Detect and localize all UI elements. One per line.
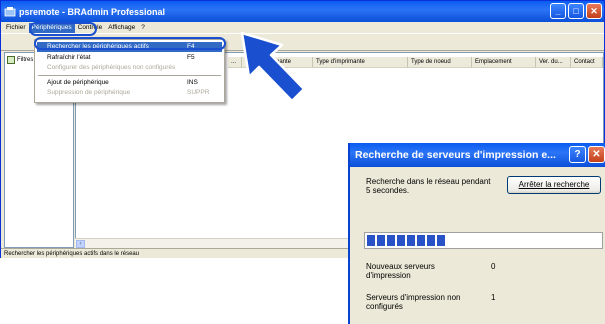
stat-value: 1 xyxy=(491,293,496,302)
stop-search-button[interactable]: Arrêter la recherche xyxy=(507,176,601,194)
callout-highlight xyxy=(34,37,226,50)
stat-value: 0 xyxy=(491,262,496,271)
tree-root-node[interactable]: Filtres xyxy=(7,56,33,64)
stop-button-label: Arrêter la recherche xyxy=(518,180,590,189)
menu-item-refresh[interactable]: Rafraîchir l'état F5 xyxy=(37,53,222,63)
dialog-title: Recherche de serveurs d'impression e... xyxy=(355,149,556,161)
stat-label: Serveurs d'impression non configurés xyxy=(366,293,461,311)
close-button[interactable]: ✕ xyxy=(586,3,602,19)
menu-affichage[interactable]: Affichage xyxy=(105,23,138,33)
column-header[interactable]: Type d'imprimante xyxy=(313,57,408,68)
menu-item-delete-device[interactable]: Suppression de périphérique SUPPR xyxy=(37,88,222,98)
help-button[interactable]: ? xyxy=(569,146,586,163)
column-header[interactable]: Ver. du... xyxy=(536,57,571,68)
progress-block xyxy=(377,235,385,246)
menu-item-configure[interactable]: Configurer des périphériques non configu… xyxy=(37,63,222,73)
menu-item-shortcut: INS xyxy=(187,79,198,86)
progress-block xyxy=(407,235,415,246)
filter-icon xyxy=(7,56,15,64)
progress-bar xyxy=(364,232,603,249)
menu-item-label: Ajout de périphérique xyxy=(47,79,109,86)
scroll-left-icon[interactable]: ‹ xyxy=(76,240,85,248)
search-dialog: Recherche de serveurs d'impression e... … xyxy=(348,143,605,324)
dialog-message: Recherche dans le réseau pendant 5 secon… xyxy=(366,177,491,195)
menu-item-shortcut: SUPPR xyxy=(187,89,210,96)
menu-item-shortcut: F5 xyxy=(187,54,195,61)
menu-item-label: Suppression de périphérique xyxy=(47,89,131,96)
dialog-titlebar[interactable]: Recherche de serveurs d'impression e... xyxy=(350,143,605,167)
screen: psremote - BRAdmin Professional _ □ ✕ Fi… xyxy=(0,0,605,324)
progress-block xyxy=(437,235,445,246)
callout-highlight xyxy=(29,22,97,36)
menu-item-label: Configurer des périphériques non configu… xyxy=(47,64,176,71)
main-titlebar[interactable]: psremote - BRAdmin Professional _ □ ✕ xyxy=(1,1,604,22)
progress-block xyxy=(417,235,425,246)
app-icon xyxy=(4,6,16,16)
menu-separator xyxy=(38,75,221,76)
column-header[interactable]: Type de noeud xyxy=(408,57,472,68)
column-header[interactable]: Emplacement xyxy=(472,57,536,68)
menu-fichier[interactable]: Fichier xyxy=(3,23,29,33)
menu-help[interactable]: ? xyxy=(138,23,148,33)
progress-block xyxy=(367,235,375,246)
window-title: psremote - BRAdmin Professional xyxy=(19,6,166,17)
progress-block xyxy=(397,235,405,246)
dialog-close-button[interactable]: ✕ xyxy=(588,146,605,163)
minimize-button[interactable]: _ xyxy=(550,3,566,19)
stat-label: Nouveaux serveurs d'impression xyxy=(366,262,435,280)
progress-block xyxy=(387,235,395,246)
column-header[interactable]: Contact xyxy=(571,57,603,68)
maximize-button[interactable]: □ xyxy=(568,3,584,19)
pointer-arrow-icon xyxy=(240,31,306,103)
tree-root-label: Filtres xyxy=(17,57,34,63)
horizontal-scrollbar[interactable]: ‹ xyxy=(75,238,355,248)
menu-item-label: Rafraîchir l'état xyxy=(47,54,91,61)
progress-block xyxy=(427,235,435,246)
menu-item-add-device[interactable]: Ajout de périphérique INS xyxy=(37,78,222,88)
